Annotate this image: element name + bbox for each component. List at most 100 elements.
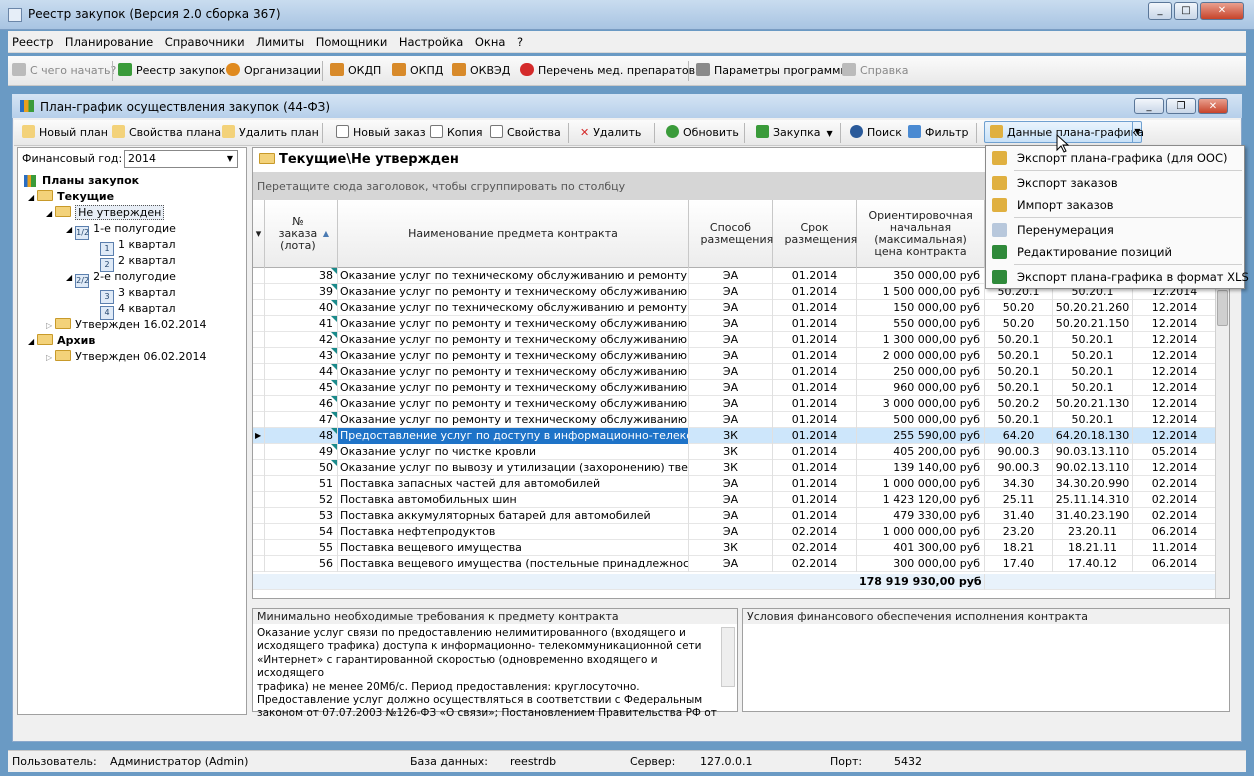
menu-windows[interactable]: Окна [471,31,510,49]
table-row[interactable]: 40 Оказание услуг по техническому обслужи… [253,300,1229,316]
menu-help[interactable]: ? [513,31,527,49]
table-row[interactable]: 42 Оказание услуг по ремонту и техническо… [253,332,1229,348]
year-select[interactable]: 2014 ▼ [124,150,238,168]
inner-minimize-button[interactable]: _ [1134,98,1164,114]
tree-approved-1[interactable]: ▷ Утвержден 16.02.2014 [46,317,206,333]
tree-q1[interactable]: 11 квартал [100,237,176,256]
header-indicator: ▾ [253,200,265,268]
new-plan-button[interactable]: Новый план [22,125,108,141]
refresh-button[interactable]: Обновить [666,125,739,141]
tree-q3[interactable]: 33 квартал [100,285,176,304]
tree-archive[interactable]: ◢ Архив [28,333,95,349]
close-button[interactable]: ✕ [1200,2,1244,20]
status-server: 127.0.0.1 [700,755,753,768]
cell-exec-term: 05.2014 [1133,444,1217,460]
table-row[interactable]: 56 Поставка вещевого имущества (постельны… [253,556,1229,572]
okpd-button[interactable]: ОКПД [392,62,443,80]
scroll-thumb[interactable] [1217,290,1228,326]
grid-scrollbar[interactable] [1215,268,1229,598]
tree-half2[interactable]: ◢ 2/2 2-е полугодие [66,269,176,288]
plan-data-dropdown-arrow[interactable]: ▼ [1132,121,1142,143]
okved-button[interactable]: ОКВЭД [452,62,510,80]
requirements-scrollbar[interactable] [721,627,735,687]
header-number[interactable]: № заказа (лота) ▲ [265,200,338,268]
tree-q4[interactable]: 44 квартал [100,301,176,320]
menu-export-orders[interactable]: Экспорт заказов [986,172,1244,194]
tree-root[interactable]: Планы закупок [24,173,139,189]
purchase-button[interactable]: Закупка ▼ [756,125,833,141]
copy-button[interactable]: Копия [430,125,483,141]
cell-name: Оказание услуг по ремонту и техническому… [340,316,689,332]
header-name[interactable]: Наименование предмета контракта [338,200,689,268]
menu-planning[interactable]: Планирование [61,31,157,49]
table-row[interactable]: 54 Поставка нефтепродуктов ЭА 02.2014 1 000 … [253,524,1229,540]
cell-exec-term: 12.2014 [1133,428,1217,444]
properties-button[interactable]: Свойства [490,125,561,141]
table-row[interactable]: 51 Поставка запасных частей для автомобил… [253,476,1229,492]
cell-price: 500 000,00 руб [857,412,985,428]
table-row[interactable]: 50 Оказание услуг по вывозу и утилизации … [253,460,1229,476]
menu-registry[interactable]: Реестр [8,31,57,49]
menu-export-xls[interactable]: Экспорт плана-графика в формат XLS [986,266,1249,288]
cell-name: Оказание услуг по вывозу и утилизации (з… [340,460,689,476]
menu-helpers[interactable]: Помощники [312,31,392,49]
tree-half1[interactable]: ◢ 1/2 1-е полугодие [66,221,176,240]
new-order-button[interactable]: Новый заказ [336,125,426,141]
menu-limits[interactable]: Лимиты [252,31,308,49]
inner-close-button[interactable]: ✕ [1198,98,1228,114]
table-row[interactable]: 45 Оказание услуг по ремонту и техническо… [253,380,1229,396]
cell-method: ЭА [689,524,773,540]
start-button[interactable]: С чего начать? [12,62,116,80]
cell-okpd: 50.20.1 [1053,332,1133,348]
cell-okpd: 50.20.1 [1053,412,1133,428]
help-button[interactable]: Справка [842,62,908,80]
table-row[interactable]: 46 Оказание услуг по ремонту и техническо… [253,396,1229,412]
minimize-button[interactable]: _ [1148,2,1172,20]
search-button[interactable]: Поиск [850,125,902,141]
maximize-button[interactable]: □ [1174,2,1198,20]
tree-approved-2[interactable]: ▷ Утвержден 06.02.2014 [46,349,206,365]
params-button[interactable]: Параметры программы [696,62,849,80]
okdp-button[interactable]: ОКДП [330,62,381,80]
header-method[interactable]: Способ размещения [689,200,773,268]
table-row[interactable]: 41 Оказание услуг по ремонту и техническо… [253,316,1229,332]
organizations-button[interactable]: Организации [226,62,321,80]
table-row[interactable]: 52 Поставка автомобильных шин ЭА 01.2014 1 4… [253,492,1229,508]
menu-references[interactable]: Справочники [161,31,249,49]
menu-export-plan-oos[interactable]: Экспорт плана-графика (для ООС) [986,147,1244,169]
excel-icon [992,270,1007,284]
table-row[interactable]: 53 Поставка аккумуляторных батарей для ав… [253,508,1229,524]
tree-q2[interactable]: 22 квартал [100,253,176,272]
med-list-button[interactable]: Перечень мед. препаратов [520,62,695,80]
tree-not-approved[interactable]: ◢ Не утвержден [46,205,165,221]
requirements-text[interactable]: Оказание услуг связи по предоставлению н… [257,627,719,721]
plan-properties-button[interactable]: Свойства плана [112,125,221,141]
plan-window-title: План-график осуществления закупок (44-ФЗ… [40,100,331,114]
delete-button[interactable]: ✕ Удалить [580,125,641,141]
table-row[interactable]: 49 Оказание услуг по чистке кровли ЗК 01.20… [253,444,1229,460]
organizations-icon [226,63,240,76]
delete-plan-button[interactable]: Удалить план [222,125,319,141]
separator [568,123,569,143]
menu-renumber[interactable]: Перенумерация [986,219,1244,241]
tree-current[interactable]: ◢ Текущие [28,189,114,205]
table-row[interactable]: 43 Оказание услуг по ремонту и техническо… [253,348,1229,364]
delete-icon: ✕ [580,126,590,139]
cell-okpd: 17.40.12 [1053,556,1133,572]
table-row[interactable]: ▶ 48 Предоставление услуг по доступу в инф… [253,428,1229,444]
cell-name: Оказание услуг по ремонту и техническому… [340,396,689,412]
row-indicator [253,396,265,412]
cell-term: 01.2014 [773,460,857,476]
header-term[interactable]: Срок размещения [773,200,857,268]
registry-button[interactable]: Реестр закупок [118,62,225,80]
menu-import-orders[interactable]: Импорт заказов [986,194,1244,216]
table-row[interactable]: 47 Оказание услуг по ремонту и техническо… [253,412,1229,428]
menu-edit-positions[interactable]: Редактирование позиций [986,241,1244,263]
table-row[interactable]: 44 Оказание услуг по ремонту и техническо… [253,364,1229,380]
table-row[interactable]: 55 Поставка вещевого имущества ЗК 02.2014 40… [253,540,1229,556]
filter-button[interactable]: Фильтр [908,125,969,141]
menu-settings[interactable]: Настройка [395,31,468,49]
inner-restore-button[interactable]: ❐ [1166,98,1196,114]
cell-method: ЭА [689,412,773,428]
header-price[interactable]: Ориентировочная начальная (максимальная)… [857,200,985,268]
